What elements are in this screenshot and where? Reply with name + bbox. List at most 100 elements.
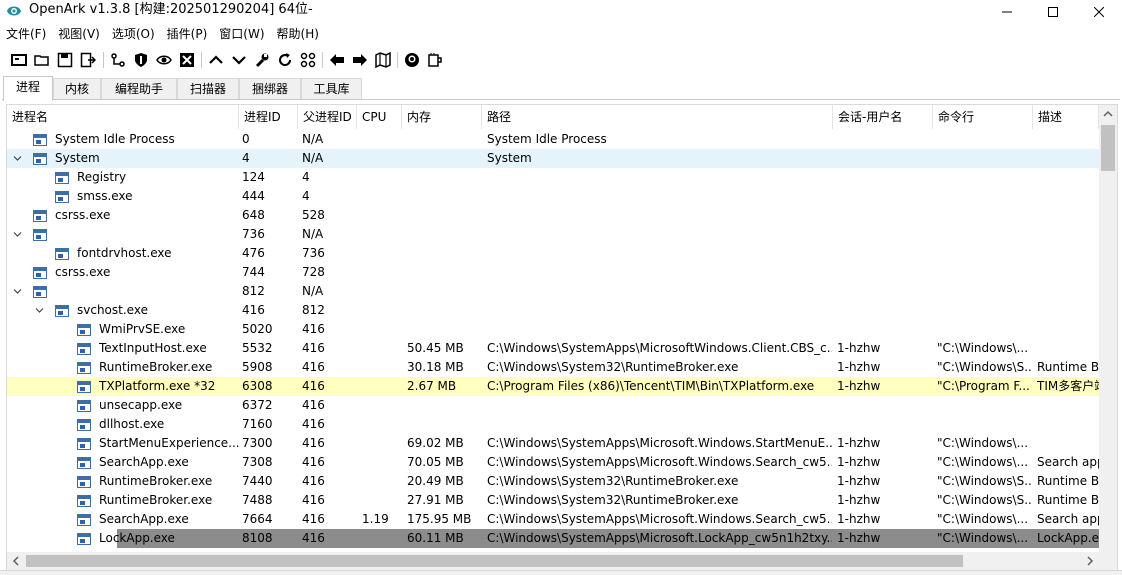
table-row[interactable]: RuntimeBroker.exe 7488 416 27.91 MB C:\Windo… [7, 491, 1099, 510]
table-row[interactable]: csrss.exe 744 728 [7, 263, 1099, 282]
table-row[interactable]: unsecapp.exe 6372 416 [7, 396, 1099, 415]
col-memory[interactable]: 内存 [402, 105, 482, 129]
menu-file[interactable]: 文件(F) [0, 24, 52, 44]
col-session-user[interactable]: 会话-用户名 [833, 105, 933, 129]
close-button[interactable] [1076, 0, 1122, 24]
expand-toggle-icon[interactable] [34, 305, 45, 316]
col-cmdline[interactable]: 命令行 [933, 105, 1033, 129]
process-name-cell[interactable]: SearchApp.exe [77, 510, 189, 529]
process-name-cell[interactable]: RuntimeBroker.exe [77, 358, 212, 377]
table-row[interactable]: LockApp.exe 8108 416 60.11 MB C:\Windows\Sys… [7, 529, 1099, 548]
process-name-cell[interactable]: smss.exe [55, 187, 133, 206]
chevron-up-icon[interactable] [206, 50, 226, 70]
tab-coderkit[interactable]: 编程助手 [101, 78, 177, 100]
shield-icon[interactable] [131, 50, 151, 70]
process-name-cell[interactable]: StartMenuExperience... [77, 434, 240, 453]
tab-process[interactable]: 进程 [3, 76, 53, 101]
grid-icon[interactable] [298, 50, 318, 70]
col-pid[interactable]: 进程ID [239, 105, 298, 129]
table-row[interactable]: TextInputHost.exe 5532 416 50.45 MB C:\Windo… [7, 339, 1099, 358]
menu-options[interactable]: 选项(O) [106, 24, 161, 44]
process-name-cell[interactable]: LockApp.exe [77, 529, 175, 548]
process-name-cell[interactable]: unsecapp.exe [77, 396, 182, 415]
tab-bundler[interactable]: 捆绑器 [239, 78, 301, 100]
table-row[interactable]: 736 N/A [7, 225, 1099, 244]
table-row[interactable]: RuntimeBroker.exe 5908 416 30.18 MB C:\Windo… [7, 358, 1099, 377]
tab-scanner[interactable]: 扫描器 [177, 78, 239, 100]
table-row[interactable]: WmiPrvSE.exe 5020 416 [7, 320, 1099, 339]
process-name-cell[interactable]: System Idle Process [33, 130, 175, 149]
process-name-cell[interactable] [33, 225, 55, 244]
process-name-cell[interactable]: dllhost.exe [77, 415, 164, 434]
chevron-down-icon[interactable] [229, 50, 249, 70]
close-box-icon[interactable] [177, 50, 197, 70]
process-tree-icon[interactable] [108, 50, 128, 70]
horizontal-scroll-thumb[interactable] [26, 555, 963, 567]
process-name-cell[interactable]: SearchApp.exe [77, 453, 189, 472]
expand-toggle-icon[interactable] [12, 153, 23, 164]
console-icon[interactable] [9, 50, 29, 70]
vertical-scrollbar[interactable] [1099, 105, 1117, 552]
process-name-cell[interactable]: TXPlatform.exe *32 [77, 377, 215, 396]
process-name-cell[interactable]: WmiPrvSE.exe [77, 320, 185, 339]
refresh-icon[interactable] [275, 50, 295, 70]
table-row[interactable]: RuntimeBroker.exe 7440 416 20.49 MB C:\Windo… [7, 472, 1099, 491]
process-name-cell[interactable]: Registry [55, 168, 126, 187]
export-icon[interactable] [78, 50, 98, 70]
process-name-cell[interactable]: svchost.exe [55, 301, 148, 320]
table-row[interactable]: SearchApp.exe 7308 416 70.05 MB C:\Windows\S… [7, 453, 1099, 472]
arrow-left-icon[interactable] [327, 50, 347, 70]
expand-toggle-icon[interactable] [12, 229, 23, 240]
save-icon[interactable] [55, 50, 75, 70]
horizontal-scrollbar[interactable] [7, 552, 1099, 570]
process-name-cell[interactable]: csrss.exe [33, 263, 110, 282]
process-name-cell[interactable]: fontdrvhost.exe [55, 244, 172, 263]
maximize-button[interactable] [1030, 0, 1076, 24]
table-row[interactable]: dllhost.exe 7160 416 [7, 415, 1099, 434]
table-row[interactable]: System Idle Process 0 N/A System Idle Proce… [7, 130, 1099, 149]
minimize-button[interactable] [984, 0, 1030, 24]
cell-pid: 124 [242, 170, 265, 184]
expand-toggle-icon[interactable] [12, 286, 23, 297]
cell-memory [407, 396, 482, 415]
eye-icon[interactable] [154, 50, 174, 70]
table-row[interactable]: smss.exe 444 4 [7, 187, 1099, 206]
wrench-icon[interactable] [252, 50, 272, 70]
cell-path: C:\Windows\System32\RuntimeBroker.exe [487, 360, 739, 374]
table-row[interactable]: fontdrvhost.exe 476 736 [7, 244, 1099, 263]
coffee-icon[interactable] [425, 50, 445, 70]
menu-help[interactable]: 帮助(H) [271, 24, 325, 44]
menu-view[interactable]: 视图(V) [52, 24, 106, 44]
process-name-cell[interactable]: csrss.exe [33, 206, 110, 225]
table-row[interactable]: svchost.exe 416 812 [7, 301, 1099, 320]
col-ppid[interactable]: 父进程ID [298, 105, 357, 129]
vertical-scroll-thumb[interactable] [1101, 125, 1115, 171]
arrow-right-icon[interactable] [350, 50, 370, 70]
table-row[interactable]: csrss.exe 648 528 [7, 206, 1099, 225]
menu-window[interactable]: 窗口(W) [213, 24, 270, 44]
process-name-cell[interactable] [33, 282, 55, 301]
tab-kernel[interactable]: 内核 [53, 78, 101, 100]
cell-path [487, 225, 832, 244]
process-name-cell[interactable]: TextInputHost.exe [77, 339, 207, 358]
col-description[interactable]: 描述 [1033, 105, 1099, 129]
github-icon[interactable] [402, 50, 422, 70]
process-name-cell[interactable]: RuntimeBroker.exe [77, 491, 212, 510]
map-icon[interactable] [373, 50, 393, 70]
process-name-cell[interactable]: RuntimeBroker.exe [77, 472, 212, 491]
cell-memory: 2.67 MB [407, 379, 457, 393]
open-folder-icon[interactable] [32, 50, 52, 70]
table-row[interactable]: System 4 N/A System [7, 149, 1099, 168]
table-row[interactable]: TXPlatform.exe *32 6308 416 2.67 MB C:\Progr… [7, 377, 1099, 396]
col-name[interactable]: 进程名 [7, 105, 239, 129]
process-name-cell[interactable]: System [33, 149, 100, 168]
table-row[interactable]: 812 N/A [7, 282, 1099, 301]
table-row[interactable]: StartMenuExperience... 7300 416 69.02 MB C:\… [7, 434, 1099, 453]
col-path[interactable]: 路径 [482, 105, 833, 129]
menu-plugins[interactable]: 插件(P) [161, 24, 214, 44]
col-cpu[interactable]: CPU [357, 105, 402, 129]
tab-utilities[interactable]: 工具库 [301, 78, 362, 100]
cell-session-user [837, 206, 932, 225]
table-row[interactable]: SearchApp.exe 7664 416 1.19 175.95 MB C:\Wind… [7, 510, 1099, 529]
table-row[interactable]: Registry 124 4 [7, 168, 1099, 187]
